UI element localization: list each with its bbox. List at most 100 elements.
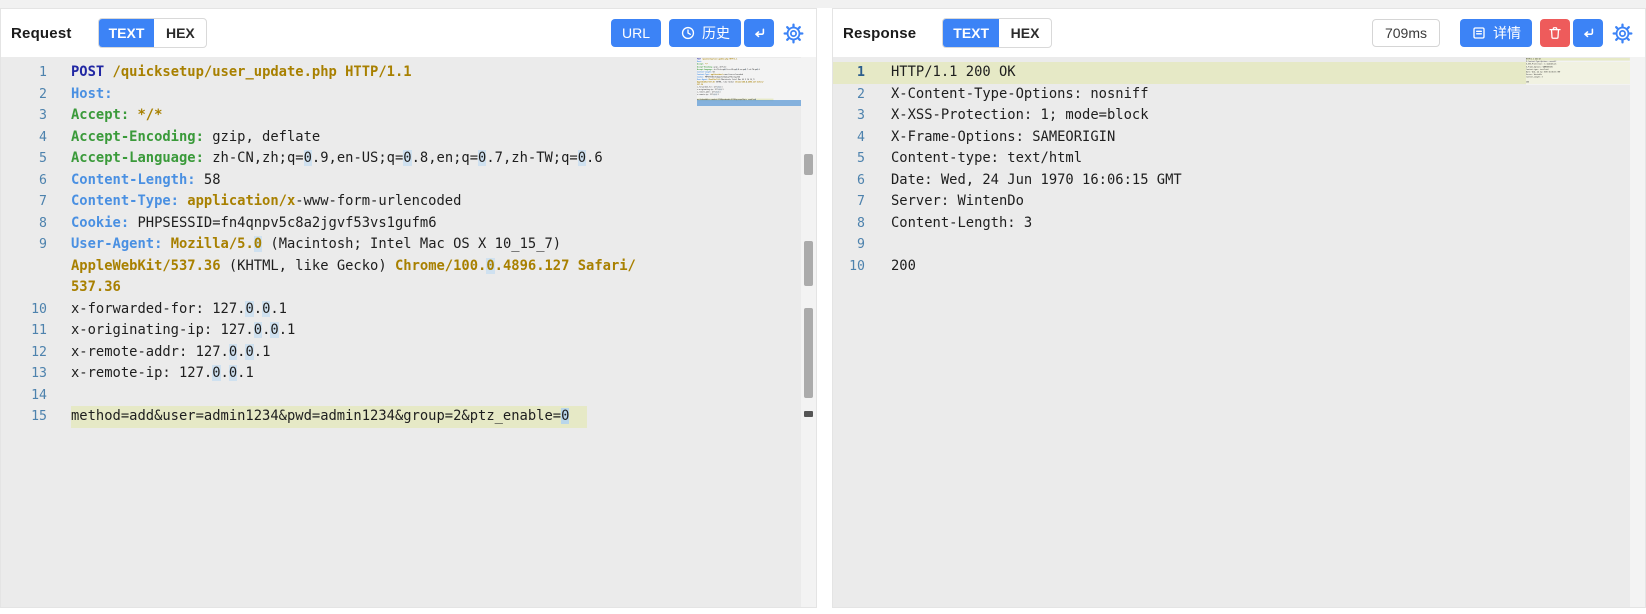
code-line[interactable]: 5Accept-Language: zh-CN,zh;q=0.9,en-US;q… [697, 68, 801, 71]
code-line[interactable]: 9User-Agent: Mozilla/5.0 (Macintosh; Int… [1, 234, 816, 256]
code-line[interactable]: 11x-originating-ip: 127.0.0.1 [697, 88, 801, 91]
line-number: 3 [39, 108, 47, 123]
code-line[interactable]: 6Content-Length: 58 [1, 170, 816, 192]
response-scrollbar[interactable] [1630, 57, 1645, 607]
code-line[interactable]: 10x-forwarded-for: 127.0.0.1 [697, 86, 801, 89]
code-line[interactable]: 537.36 [697, 83, 801, 86]
request-view-toggle: TEXT HEX [97, 18, 208, 48]
response-send-enter-button[interactable] [1573, 19, 1603, 47]
page-top-strip [0, 0, 1646, 8]
line-number: 8 [857, 215, 865, 231]
response-minimap[interactable]: 1HTTP/1.1 200 OK2X-Content-Type-Options:… [1526, 58, 1630, 85]
line-number: 6 [857, 172, 865, 188]
code-line[interactable]: 2X-Content-Type-Options: nosniff [1526, 61, 1630, 64]
line-number: 2 [857, 86, 865, 102]
code-line[interactable]: 9User-Agent: Mozilla/5.0 (Macintosh; Int… [697, 78, 801, 81]
code-line[interactable]: 8Content-Length: 3 [1526, 76, 1630, 79]
code-line[interactable]: 3X-XSS-Protection: 1; mode=block [1526, 63, 1630, 66]
request-tab-hex[interactable]: HEX [154, 19, 206, 47]
code-line[interactable]: 3Accept: */* [697, 63, 801, 66]
line-number: 10 [849, 258, 865, 274]
code-line[interactable]: 5Accept-Language: zh-CN,zh;q=0.9,en-US;q… [1, 148, 816, 170]
delete-button[interactable] [1540, 19, 1570, 47]
scrollbar-match-mark [804, 308, 813, 398]
code-line[interactable]: AppleWebKit/537.36 (KHTML, like Gecko) C… [697, 81, 801, 84]
code-line[interactable]: 4Accept-Encoding: gzip, deflate [1, 127, 816, 149]
line-number: 7 [39, 194, 47, 209]
detail-button-label: 详情 [1493, 25, 1521, 41]
request-minimap[interactable]: 1POST /quicksetup/user_update.php HTTP/1… [697, 58, 801, 106]
response-editor[interactable]: 1 HTTP/1.1 200 OK 2 X-Content-Type-Options:… [833, 57, 1645, 607]
code-line[interactable]: 4Accept-Encoding: gzip, deflate [697, 66, 801, 69]
line-number: 6 [39, 172, 47, 188]
code-line[interactable]: 6Content-Length: 58 [697, 71, 801, 74]
code-line[interactable]: 4X-Frame-Options: SAMEORIGIN [1526, 66, 1630, 69]
url-button[interactable]: URL [610, 19, 661, 47]
code-line[interactable]: 7Content-Type: application/x-www-form-ur… [1, 191, 816, 213]
code-line[interactable]: 1HTTP/1.1 200 OK [833, 62, 1645, 84]
code-line[interactable]: 6Date: Wed, 24 Jun 1970 16:06:15 GMT [833, 170, 1645, 192]
code-line[interactable]: 15method=add&user=admin1234&pwd=admin123… [1, 406, 816, 428]
code-line[interactable]: 8Content-Length: 3 [833, 213, 1645, 235]
code-line[interactable]: 7Content-Type: application/x-www-form-ur… [697, 73, 801, 76]
code-line[interactable]: 10200 [833, 256, 1645, 278]
code-line[interactable]: 1POST /quicksetup/user_update.php HTTP/1… [697, 58, 801, 61]
line-number: 11 [31, 323, 47, 338]
detail-button[interactable]: 详情 [1460, 19, 1532, 47]
request-editor[interactable]: 1 POST /quicksetup/user_update.php HTTP/1… [1, 57, 816, 607]
response-tab-hex[interactable]: HEX [999, 19, 1051, 47]
code-line[interactable]: 12x-remote-addr: 127.0.0.1 [697, 91, 801, 94]
request-panel: Request TEXT HEX URL 历史 1 POST /quicksetu… [0, 8, 817, 608]
line-number: 8 [39, 215, 47, 231]
request-send-enter-button[interactable] [744, 19, 774, 47]
code-line[interactable]: 10x-forwarded-for: 127.0.0.1 [1, 299, 816, 321]
code-line[interactable]: 13x-remote-ip: 127.0.0.1 [1, 363, 816, 385]
detail-document-icon [1471, 25, 1487, 41]
request-settings-button[interactable] [782, 22, 804, 44]
response-tab-text[interactable]: TEXT [943, 19, 1000, 47]
scrollbar-match-mark [804, 154, 813, 175]
code-line[interactable]: 2Host: [1, 84, 816, 106]
code-line[interactable]: 3X-XSS-Protection: 1; mode=block [833, 105, 1645, 127]
code-line[interactable]: 14 [697, 96, 801, 99]
history-button[interactable]: 历史 [669, 19, 741, 47]
code-line[interactable]: 14 [1, 385, 816, 407]
code-line[interactable]: 8Cookie: PHPSESSID=fn4qnpv5c8a2jgvf53vs1… [1, 213, 816, 235]
code-line[interactable]: 4X-Frame-Options: SAMEORIGIN [833, 127, 1645, 149]
code-line[interactable]: 9 [833, 234, 1645, 256]
code-line[interactable]: 6Date: Wed, 24 Jun 1970 16:06:15 GMT [1526, 71, 1630, 74]
code-line[interactable]: 12x-remote-addr: 127.0.0.1 [1, 342, 816, 364]
code-line[interactable]: 9 [1526, 78, 1630, 81]
request-minimap-viewport [697, 100, 801, 106]
code-line[interactable]: 8Cookie: PHPSESSID=fn4qnpv5c8a2jgvf53vs1… [697, 76, 801, 79]
line-number: 1 [39, 65, 47, 80]
code-line[interactable]: 10200 [1526, 81, 1630, 84]
response-settings-button[interactable] [1611, 22, 1633, 44]
code-line[interactable]: 2Host: [697, 61, 801, 64]
code-line[interactable]: 2X-Content-Type-Options: nosniff [833, 84, 1645, 106]
code-line[interactable]: AppleWebKit/537.36 (KHTML, like Gecko) C… [1, 256, 816, 278]
line-number: 12 [31, 344, 47, 360]
line-number: 1 [857, 65, 865, 80]
scrollbar-match-mark [804, 241, 813, 286]
line-number: 9 [857, 237, 865, 252]
code-line[interactable]: 11x-originating-ip: 127.0.0.1 [1, 320, 816, 342]
request-tab-text[interactable]: TEXT [98, 19, 155, 47]
clock-icon [680, 25, 696, 41]
code-line[interactable]: 3Accept: */* [1, 105, 816, 127]
code-line[interactable]: 7Server: WintenDo [833, 191, 1645, 213]
code-line[interactable]: 13x-remote-ip: 127.0.0.1 [697, 94, 801, 97]
response-panel: Response TEXT HEX 709ms 详情 1 HTTP/1.1 20… [832, 8, 1646, 608]
line-number: 3 [857, 108, 865, 123]
code-line[interactable]: 1HTTP/1.1 200 OK [1526, 58, 1630, 61]
gear-icon [1612, 23, 1633, 44]
line-number: 4 [39, 129, 47, 145]
scrollbar-selected-mark [804, 411, 813, 417]
request-scrollbar[interactable] [801, 57, 816, 607]
code-line[interactable]: 5Content-type: text/html [833, 148, 1645, 170]
code-line[interactable]: 1POST /quicksetup/user_update.php HTTP/1… [1, 62, 816, 84]
code-line[interactable]: 5Content-type: text/html [1526, 68, 1630, 71]
code-line[interactable]: 537.36 [1, 277, 816, 299]
code-line[interactable]: 7Server: WintenDo [1526, 73, 1630, 76]
line-number: 9 [39, 237, 47, 252]
